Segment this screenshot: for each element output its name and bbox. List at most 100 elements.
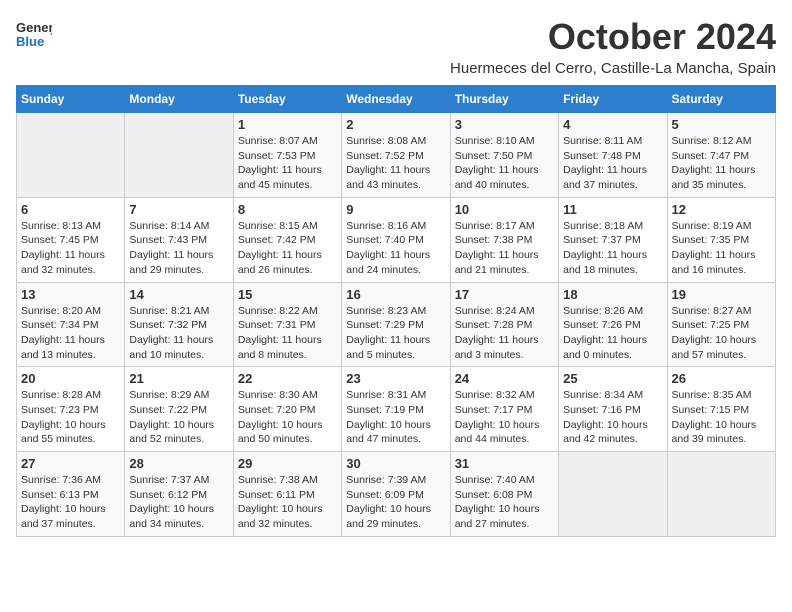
calendar-cell: 5 Sunrise: 8:12 AM Sunset: 7:47 PM Daylig… (667, 113, 775, 198)
day-number: 8 (238, 202, 337, 217)
day-info: Sunrise: 8:35 AM Sunset: 7:15 PM Dayligh… (672, 388, 771, 447)
calendar-table: SundayMondayTuesdayWednesdayThursdayFrid… (16, 85, 776, 537)
calendar-cell: 23 Sunrise: 8:31 AM Sunset: 7:19 PM Dayli… (342, 367, 450, 452)
day-number: 9 (346, 202, 445, 217)
calendar-week-row: 27Sunrise: 7:36 AM Sunset: 6:13 PM Dayli… (17, 452, 776, 537)
calendar-week-row: 1 Sunrise: 8:07 AM Sunset: 7:53 PM Daylig… (17, 113, 776, 198)
day-info: Sunrise: 8:18 AM Sunset: 7:37 PM Dayligh… (563, 219, 662, 278)
day-info: Sunrise: 8:22 AM Sunset: 7:31 PM Dayligh… (238, 304, 337, 363)
day-number: 20 (21, 371, 120, 386)
calendar-cell: 1 Sunrise: 8:07 AM Sunset: 7:53 PM Daylig… (233, 113, 341, 198)
day-info: Sunrise: 8:07 AM Sunset: 7:53 PM Dayligh… (238, 134, 337, 193)
calendar-week-row: 20 Sunrise: 8:28 AM Sunset: 7:23 PM Dayli… (17, 367, 776, 452)
logo-icon: General Blue (16, 16, 52, 52)
day-number: 2 (346, 117, 445, 132)
calendar-cell: 19 Sunrise: 8:27 AM Sunset: 7:25 PM Dayli… (667, 282, 775, 367)
weekday-header-row: SundayMondayTuesdayWednesdayThursdayFrid… (17, 86, 776, 113)
day-number: 25 (563, 371, 662, 386)
page-header: General Blue October 2024 Huermeces del … (16, 16, 776, 77)
day-number: 29 (238, 456, 337, 471)
day-info: Sunrise: 8:24 AM Sunset: 7:28 PM Dayligh… (455, 304, 554, 363)
calendar-body: 1 Sunrise: 8:07 AM Sunset: 7:53 PM Daylig… (17, 113, 776, 537)
day-info: Sunrise: 7:37 AM Sunset: 6:12 PM Dayligh… (129, 473, 228, 532)
calendar-cell: 28 Sunrise: 7:37 AM Sunset: 6:12 PM Dayli… (125, 452, 233, 537)
calendar-cell: 26 Sunrise: 8:35 AM Sunset: 7:15 PM Dayli… (667, 367, 775, 452)
day-number: 15 (238, 287, 337, 302)
day-info: Sunrise: 8:15 AM Sunset: 7:42 PM Dayligh… (238, 219, 337, 278)
day-info: Sunrise: 7:36 AM Sunset: 6:13 PM Dayligh… (21, 473, 120, 532)
svg-text:General: General (16, 20, 52, 35)
day-number: 28 (129, 456, 228, 471)
calendar-cell: 25 Sunrise: 8:34 AM Sunset: 7:16 PM Dayli… (559, 367, 667, 452)
day-number: 12 (672, 202, 771, 217)
day-info: Sunrise: 8:19 AM Sunset: 7:35 PM Dayligh… (672, 219, 771, 278)
svg-text:Blue: Blue (16, 34, 44, 49)
day-info: Sunrise: 8:29 AM Sunset: 7:22 PM Dayligh… (129, 388, 228, 447)
day-number: 1 (238, 117, 337, 132)
day-number: 11 (563, 202, 662, 217)
day-info: Sunrise: 8:23 AM Sunset: 7:29 PM Dayligh… (346, 304, 445, 363)
day-info: Sunrise: 8:30 AM Sunset: 7:20 PM Dayligh… (238, 388, 337, 447)
day-info: Sunrise: 7:40 AM Sunset: 6:08 PM Dayligh… (455, 473, 554, 532)
calendar-cell: 11 Sunrise: 8:18 AM Sunset: 7:37 PM Dayli… (559, 197, 667, 282)
calendar-cell: 29 Sunrise: 7:38 AM Sunset: 6:11 PM Dayli… (233, 452, 341, 537)
calendar-cell: 16Sunrise: 8:23 AM Sunset: 7:29 PM Dayli… (342, 282, 450, 367)
day-info: Sunrise: 8:10 AM Sunset: 7:50 PM Dayligh… (455, 134, 554, 193)
day-info: Sunrise: 8:17 AM Sunset: 7:38 PM Dayligh… (455, 219, 554, 278)
calendar-cell: 6Sunrise: 8:13 AM Sunset: 7:45 PM Daylig… (17, 197, 125, 282)
day-info: Sunrise: 8:21 AM Sunset: 7:32 PM Dayligh… (129, 304, 228, 363)
day-number: 3 (455, 117, 554, 132)
calendar-cell (17, 113, 125, 198)
day-number: 30 (346, 456, 445, 471)
day-info: Sunrise: 8:12 AM Sunset: 7:47 PM Dayligh… (672, 134, 771, 193)
day-info: Sunrise: 8:27 AM Sunset: 7:25 PM Dayligh… (672, 304, 771, 363)
calendar-cell: 22 Sunrise: 8:30 AM Sunset: 7:20 PM Dayli… (233, 367, 341, 452)
calendar-cell: 27Sunrise: 7:36 AM Sunset: 6:13 PM Dayli… (17, 452, 125, 537)
day-number: 22 (238, 371, 337, 386)
weekday-header-cell: Thursday (450, 86, 558, 113)
calendar-cell: 21Sunrise: 8:29 AM Sunset: 7:22 PM Dayli… (125, 367, 233, 452)
weekday-header-cell: Friday (559, 86, 667, 113)
weekday-header-cell: Monday (125, 86, 233, 113)
day-number: 31 (455, 456, 554, 471)
calendar-cell: 31 Sunrise: 7:40 AM Sunset: 6:08 PM Dayli… (450, 452, 558, 537)
day-info: Sunrise: 8:28 AM Sunset: 7:23 PM Dayligh… (21, 388, 120, 447)
day-info: Sunrise: 8:11 AM Sunset: 7:48 PM Dayligh… (563, 134, 662, 193)
calendar-cell: 4Sunrise: 8:11 AM Sunset: 7:48 PM Daylig… (559, 113, 667, 198)
day-info: Sunrise: 7:38 AM Sunset: 6:11 PM Dayligh… (238, 473, 337, 532)
day-info: Sunrise: 8:32 AM Sunset: 7:17 PM Dayligh… (455, 388, 554, 447)
day-info: Sunrise: 8:20 AM Sunset: 7:34 PM Dayligh… (21, 304, 120, 363)
month-title: October 2024 (450, 16, 776, 58)
day-info: Sunrise: 8:26 AM Sunset: 7:26 PM Dayligh… (563, 304, 662, 363)
calendar-cell: 8 Sunrise: 8:15 AM Sunset: 7:42 PM Daylig… (233, 197, 341, 282)
day-number: 19 (672, 287, 771, 302)
day-info: Sunrise: 8:08 AM Sunset: 7:52 PM Dayligh… (346, 134, 445, 193)
calendar-cell: 15 Sunrise: 8:22 AM Sunset: 7:31 PM Dayli… (233, 282, 341, 367)
day-number: 6 (21, 202, 120, 217)
calendar-cell (125, 113, 233, 198)
title-block: October 2024 Huermeces del Cerro, Castil… (450, 16, 776, 77)
day-number: 26 (672, 371, 771, 386)
calendar-cell: 10 Sunrise: 8:17 AM Sunset: 7:38 PM Dayli… (450, 197, 558, 282)
calendar-cell: 18Sunrise: 8:26 AM Sunset: 7:26 PM Dayli… (559, 282, 667, 367)
logo: General Blue (16, 16, 56, 57)
day-number: 10 (455, 202, 554, 217)
weekday-header-cell: Wednesday (342, 86, 450, 113)
calendar-cell: 13 Sunrise: 8:20 AM Sunset: 7:34 PM Dayli… (17, 282, 125, 367)
day-info: Sunrise: 8:34 AM Sunset: 7:16 PM Dayligh… (563, 388, 662, 447)
weekday-header-cell: Tuesday (233, 86, 341, 113)
calendar-cell: 30Sunrise: 7:39 AM Sunset: 6:09 PM Dayli… (342, 452, 450, 537)
calendar-cell: 20 Sunrise: 8:28 AM Sunset: 7:23 PM Dayli… (17, 367, 125, 452)
calendar-cell: 3 Sunrise: 8:10 AM Sunset: 7:50 PM Daylig… (450, 113, 558, 198)
day-number: 7 (129, 202, 228, 217)
weekday-header-cell: Saturday (667, 86, 775, 113)
day-info: Sunrise: 8:14 AM Sunset: 7:43 PM Dayligh… (129, 219, 228, 278)
weekday-header-cell: Sunday (17, 86, 125, 113)
day-number: 13 (21, 287, 120, 302)
day-number: 24 (455, 371, 554, 386)
day-number: 5 (672, 117, 771, 132)
location-title: Huermeces del Cerro, Castille-La Mancha,… (450, 60, 776, 77)
day-number: 23 (346, 371, 445, 386)
calendar-cell: 2 Sunrise: 8:08 AM Sunset: 7:52 PM Daylig… (342, 113, 450, 198)
day-info: Sunrise: 8:31 AM Sunset: 7:19 PM Dayligh… (346, 388, 445, 447)
